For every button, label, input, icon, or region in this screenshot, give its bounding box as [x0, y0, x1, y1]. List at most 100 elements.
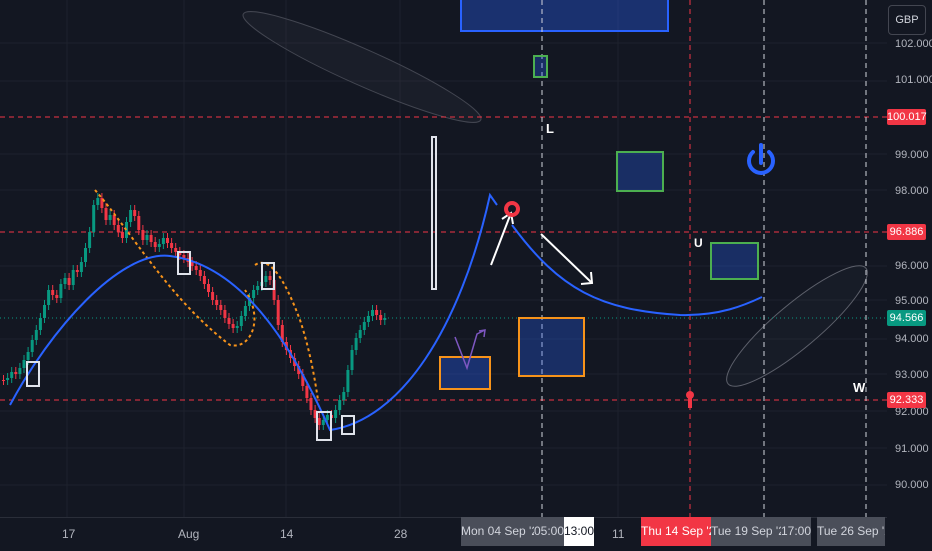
candle-body	[43, 305, 46, 318]
candle-body	[215, 300, 219, 305]
label-l[interactable]: L	[546, 121, 554, 136]
candle-body	[116, 225, 120, 232]
circle-marker[interactable]	[504, 201, 520, 217]
label-w[interactable]: W	[853, 380, 865, 395]
time-tick: 11	[612, 527, 625, 541]
time-badge-0500[interactable]: 05:00	[534, 517, 564, 546]
candle-body	[104, 208, 108, 220]
price-tick: 96.000	[895, 260, 929, 272]
candle-body	[268, 276, 272, 280]
candle-body	[26, 352, 30, 360]
arrow-up-small-icon	[478, 329, 486, 338]
chart-canvas[interactable]	[0, 0, 932, 550]
candle-body	[342, 392, 346, 400]
time-badge-sep19[interactable]: Tue 19 Sep '23	[711, 517, 781, 546]
candle-body	[63, 278, 67, 284]
time-badge-sep04[interactable]: Mon 04 Sep '23	[461, 517, 534, 546]
rectangle-drawing-green-small[interactable]	[533, 55, 548, 78]
candle-body	[362, 322, 366, 330]
arrow-down-right-icon[interactable]	[540, 233, 594, 285]
rectangle-drawing-green-2[interactable]	[710, 242, 759, 280]
price-tick: 95.000	[895, 295, 929, 307]
arc-drawing-1[interactable]	[94, 189, 256, 347]
candle-body	[239, 316, 243, 326]
candle-body	[338, 400, 342, 410]
candle-body	[55, 295, 59, 298]
candle-body	[67, 278, 71, 285]
arrow-up-icon[interactable]	[490, 211, 514, 266]
candle-body	[264, 276, 268, 282]
price-tick: 91.000	[895, 443, 929, 455]
candle-body	[358, 330, 362, 338]
time-badge-sep26[interactable]: Tue 26 Sep '23	[817, 517, 885, 546]
candle-body	[166, 238, 169, 243]
candle-body	[129, 210, 133, 222]
rectangle-drawing-green-1[interactable]	[616, 151, 664, 192]
rectangle-drawing-top[interactable]	[460, 0, 669, 32]
price-tick: 93.000	[895, 369, 929, 381]
candle-body	[112, 215, 116, 225]
candle-body	[198, 270, 202, 276]
current-price-badge[interactable]: 94.566	[887, 310, 926, 326]
candle-body	[375, 310, 379, 315]
candle-body	[379, 315, 383, 320]
chart-area[interactable]: L U W GBP 102.000 101.000 99.000 98.000 …	[0, 0, 932, 550]
candle-body	[153, 242, 157, 247]
time-badge-sep14[interactable]: Thu 14 Sep '23	[641, 517, 711, 546]
candle-body	[96, 198, 100, 205]
candle-body	[75, 270, 79, 272]
candle-body	[14, 372, 18, 374]
candle-body	[317, 418, 321, 425]
price-level-badge[interactable]: 96.886	[887, 224, 926, 240]
candle-body	[51, 290, 55, 295]
candle-body	[366, 316, 370, 322]
candle-body	[211, 292, 215, 300]
candle-body	[145, 235, 149, 240]
candle-body	[6, 378, 10, 380]
candle-body	[120, 232, 124, 238]
time-badge-1300[interactable]: 13:00	[564, 517, 594, 546]
price-tick: 98.000	[895, 185, 929, 197]
candle-body	[161, 238, 165, 244]
price-level-badge[interactable]: 100.017	[887, 109, 927, 125]
candle-body	[71, 270, 75, 285]
price-tick: 99.000	[895, 149, 929, 161]
rectangle-drawing-orange-2[interactable]	[518, 317, 585, 377]
candle-body	[334, 410, 338, 418]
candle-body	[149, 235, 153, 242]
candle-body	[235, 326, 239, 328]
candle-body	[256, 286, 260, 290]
price-tick: 94.000	[895, 333, 929, 345]
candle-body	[18, 368, 22, 374]
candle-body	[325, 415, 329, 420]
candle-body	[202, 276, 206, 284]
candle-body	[174, 248, 178, 252]
price-level-badge[interactable]: 92.333	[887, 392, 926, 408]
ellipse-drawing-top[interactable]	[236, 0, 488, 136]
candle-body	[305, 386, 309, 398]
candle-body	[243, 306, 247, 316]
price-tick: 90.000	[895, 479, 929, 491]
candle-body	[108, 215, 112, 220]
currency-button[interactable]: GBP	[888, 5, 926, 35]
candle-body	[133, 210, 137, 216]
candle-body	[47, 290, 51, 305]
power-icon[interactable]	[747, 143, 775, 175]
candle-body	[137, 216, 141, 230]
time-badge-1700[interactable]: 17:00	[781, 517, 811, 546]
candle-body	[157, 244, 161, 247]
candle-body	[34, 330, 38, 340]
candles	[2, 193, 387, 430]
candle-body	[38, 318, 42, 330]
candle-body	[227, 318, 231, 324]
candle-body	[383, 318, 387, 320]
time-tick: 28	[394, 527, 408, 541]
candle-body	[170, 243, 174, 248]
candle-body	[30, 340, 34, 352]
label-u[interactable]: U	[694, 236, 703, 250]
candle-body	[321, 420, 325, 425]
candle-body	[354, 338, 358, 350]
candle-body	[10, 372, 14, 378]
candle-body	[84, 248, 87, 262]
time-tick: Aug	[178, 527, 200, 541]
